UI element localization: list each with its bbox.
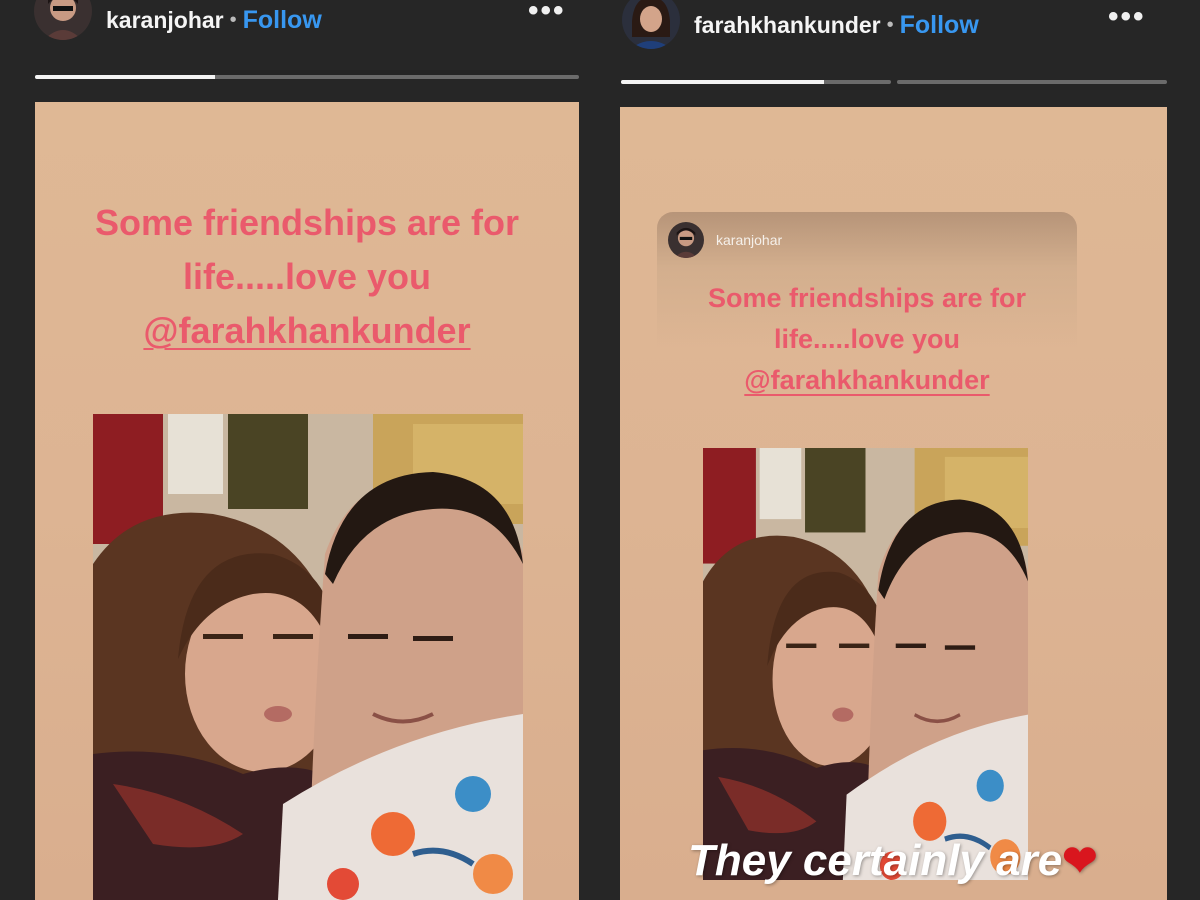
story-header-right: farahkhankunder • Follow [622, 0, 979, 50]
overlay-text: They certainly are [688, 836, 1063, 885]
caption-line-1: Some friendships are for [707, 283, 1027, 313]
progress-segment [621, 80, 891, 84]
username-label[interactable]: karanjohar [106, 7, 224, 34]
repost-username: karanjohar [716, 232, 783, 248]
separator-dot: • [229, 8, 237, 31]
repost-header: karanjohar [668, 222, 782, 258]
follow-button[interactable]: Follow [900, 11, 979, 40]
avatar-karanjohar[interactable] [34, 0, 92, 40]
story-text-overlay: They certainly are❤ [688, 836, 1097, 886]
progress-segment [35, 75, 579, 79]
story-header-left: karanjohar • Follow [34, 0, 322, 40]
repost-caption: Some friendships are for life.....love y… [657, 278, 1077, 401]
progress-fill [35, 75, 215, 79]
progress-segment [897, 80, 1167, 84]
story-progress-bar [35, 75, 579, 79]
selfie-photo [93, 414, 523, 900]
story-progress-bar [621, 80, 1167, 84]
selfie-photo [703, 448, 1028, 880]
separator-dot: • [886, 13, 894, 36]
follow-button[interactable]: Follow [243, 6, 322, 35]
username-label[interactable]: farahkhankunder [694, 12, 881, 39]
story-caption: Some friendships are for life.....love y… [35, 196, 579, 358]
more-options-icon[interactable]: ••• [1108, 0, 1146, 34]
mention-link[interactable]: @farahkhankunder [744, 365, 989, 395]
more-options-icon[interactable]: ••• [528, 0, 566, 28]
progress-fill [621, 80, 824, 84]
caption-line-1: Some friendships are for [94, 202, 520, 243]
heart-icon: ❤ [1062, 837, 1098, 884]
repost-avatar [668, 222, 704, 258]
avatar-farahkhankunder[interactable] [622, 0, 680, 49]
caption-line-2: life.....love you [182, 256, 432, 297]
caption-line-2: life.....love you [773, 324, 961, 354]
mention-link[interactable]: @farahkhankunder [143, 310, 470, 351]
